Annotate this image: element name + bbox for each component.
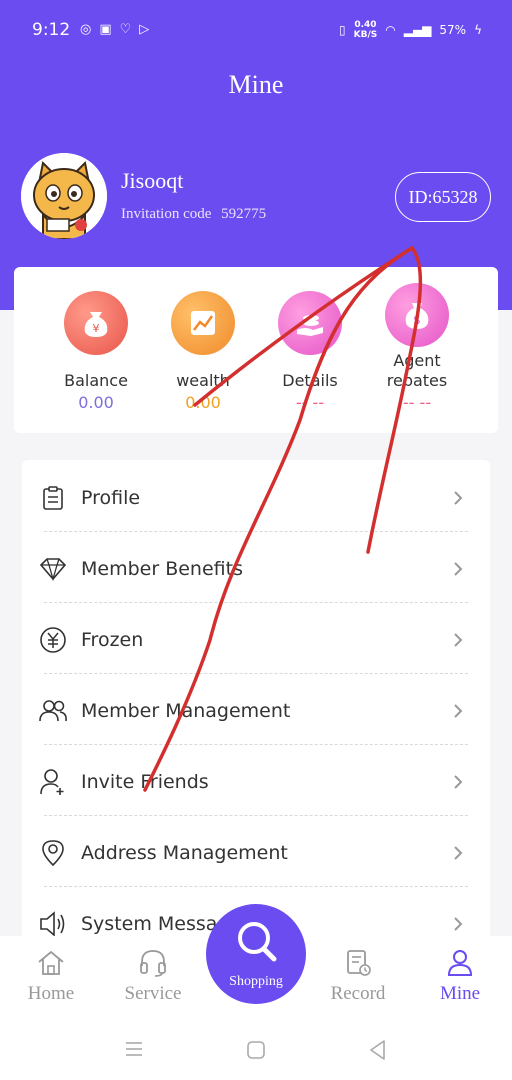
add-user-icon [38, 767, 68, 797]
tab-mine-label: Mine [439, 983, 481, 1004]
stat-balance-value: 0.00 [78, 393, 114, 412]
stat-agent-rebates-value: -- -- [402, 393, 432, 412]
chevron-right-icon [454, 703, 463, 718]
stat-wealth-value: 0.00 [185, 393, 221, 412]
hand-coin-icon [278, 291, 342, 355]
menu-item-member-management[interactable]: Member Management [22, 675, 490, 746]
chevron-right-icon [454, 561, 463, 576]
menu-item-member-benefits[interactable]: Member Benefits [22, 533, 490, 604]
home-icon [38, 950, 64, 975]
record-icon [347, 950, 371, 976]
user-id-badge: ID:65328 [395, 172, 491, 222]
stat-details[interactable]: Details -- -- [255, 291, 365, 412]
tab-home-label: Home [27, 983, 75, 1004]
stat-wealth-label: wealth [176, 371, 230, 390]
chevron-right-icon [454, 632, 463, 647]
tab-home[interactable]: Home [11, 948, 91, 1005]
menu-item-label: Invite Friends [81, 770, 209, 793]
menu-list: Profile Member Benefits Frozen Member Ma… [22, 460, 490, 940]
stat-details-value: -- -- [295, 393, 325, 412]
shopping-button-label: Shopping [229, 974, 283, 989]
divider [44, 602, 468, 603]
divider [44, 886, 468, 887]
yuan-circle-icon [38, 625, 68, 655]
divider [44, 815, 468, 816]
tab-mine[interactable]: Mine [420, 948, 500, 1005]
back-icon[interactable] [368, 1039, 388, 1061]
invitation-code-row: Invitation code 592775 [121, 206, 266, 223]
chevron-right-icon [454, 845, 463, 860]
dollar-bag-icon: $ [385, 283, 449, 347]
speaker-icon [38, 909, 68, 939]
status-bar: 9:12 ◎ ▣ ♡ ▷ ▯ 0.40 KB/S ◠ ▂▄▆ 57% ϟ [0, 0, 512, 62]
tab-record-label: Record [330, 983, 386, 1004]
invitation-code-label: Invitation code [121, 206, 212, 222]
users-icon [38, 696, 68, 726]
stat-wealth[interactable]: wealth 0.00 [148, 291, 258, 412]
search-icon [238, 922, 277, 962]
signal-icon: ▂▄▆ [403, 23, 432, 37]
menu-item-label: Member Benefits [81, 557, 243, 580]
divider [44, 531, 468, 532]
tab-service-label: Service [124, 983, 182, 1004]
clipboard-icon [38, 483, 68, 513]
app-notification-icon: ♡ [119, 22, 132, 37]
shopping-bag-icon: ▣ [99, 22, 112, 37]
user-icon [447, 950, 473, 976]
network-speed: 0.40 KB/S [354, 20, 378, 40]
system-nav-bar [0, 1016, 512, 1080]
vibrate-icon: ▯ [339, 23, 346, 37]
tab-record[interactable]: Record [318, 948, 398, 1005]
stat-agent-rebates-label: Agent rebates [386, 351, 448, 390]
stat-agent-rebates[interactable]: $ Agent rebates -- -- [362, 283, 472, 412]
svg-text:$: $ [413, 313, 421, 327]
network-speed-value: 0.40 [354, 20, 377, 30]
diamond-icon [38, 554, 68, 584]
stat-details-label: Details [282, 371, 338, 390]
shopping-button[interactable]: Shopping [206, 904, 306, 1004]
stat-balance-label: Balance [64, 371, 128, 390]
menu-item-label: Frozen [81, 628, 144, 651]
page-title: Mine [228, 70, 284, 99]
charging-icon: ϟ [474, 23, 482, 37]
username: Jisooqt [121, 168, 184, 193]
tab-service[interactable]: Service [113, 948, 193, 1005]
menu-item-label: Member Management [81, 699, 291, 722]
notification-icons: ◎ ▣ ♡ ▷ [80, 22, 149, 38]
menu-item-label: Profile [81, 486, 141, 509]
menu-item-label: Address Management [81, 841, 288, 864]
menu-item-address-management[interactable]: Address Management [22, 817, 490, 888]
status-time: 9:12 [32, 20, 71, 40]
chevron-right-icon [454, 774, 463, 789]
wallet-summary-card: ¥ Balance 0.00 wealth 0.00 Details -- --… [14, 267, 498, 433]
invitation-code-value: 592775 [221, 206, 267, 222]
chevron-right-icon [454, 916, 463, 931]
money-bag-icon: ¥ [64, 291, 128, 355]
home-nav-icon[interactable] [246, 1040, 266, 1060]
divider [44, 744, 468, 745]
location-pin-icon [38, 838, 68, 868]
wifi-icon: ◠ [385, 23, 396, 37]
system-icons: ▯ 0.40 KB/S ◠ ▂▄▆ 57% ϟ [339, 20, 482, 40]
avatar[interactable] [21, 153, 107, 239]
play-store-icon: ▷ [139, 22, 150, 37]
menu-item-frozen[interactable]: Frozen [22, 604, 490, 675]
svg-text:¥: ¥ [93, 322, 100, 335]
battery-percent: 57% [439, 23, 467, 37]
divider [44, 673, 468, 674]
recent-apps-icon[interactable] [124, 1040, 144, 1058]
whatsapp-icon: ◎ [80, 22, 92, 37]
chevron-right-icon [454, 490, 463, 505]
network-speed-unit: KB/S [353, 30, 378, 40]
menu-item-invite-friends[interactable]: Invite Friends [22, 746, 490, 817]
headset-icon [140, 950, 166, 977]
menu-item-profile[interactable]: Profile [22, 462, 490, 533]
stat-balance[interactable]: ¥ Balance 0.00 [41, 291, 151, 412]
growth-chart-icon [171, 291, 235, 355]
